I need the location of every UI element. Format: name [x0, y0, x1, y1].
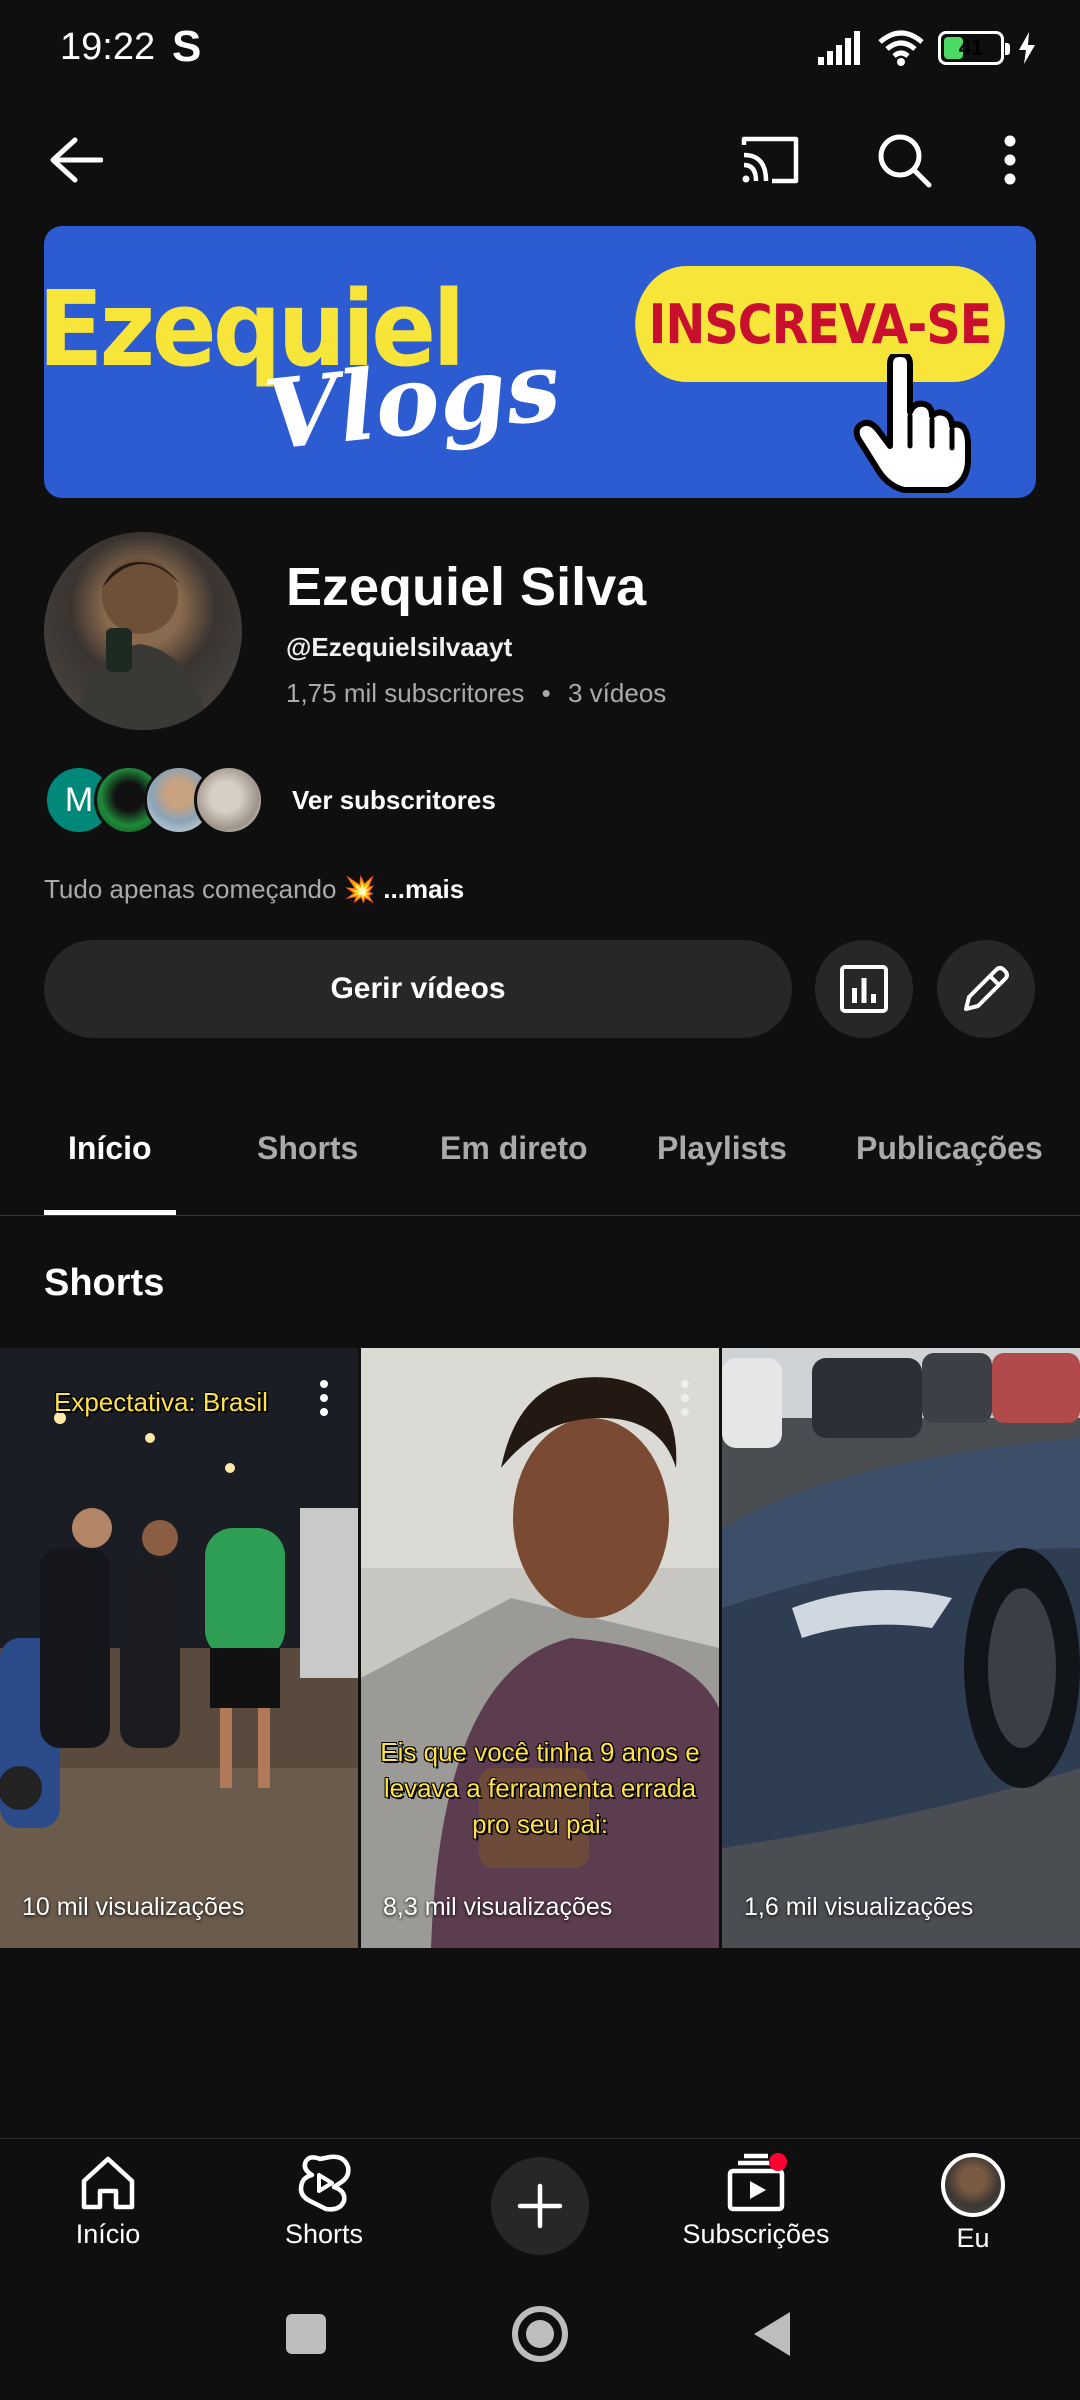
search-button[interactable]: [864, 120, 944, 200]
shorts-icon: [298, 2154, 351, 2212]
tab-shorts[interactable]: Shorts: [257, 1130, 358, 1167]
recents-button[interactable]: [286, 2314, 326, 2354]
back-button[interactable]: [36, 120, 116, 200]
analytics-icon: [840, 965, 888, 1013]
channel-banner: Ezequiel Vlogs INSCREVA-SE: [44, 226, 1036, 498]
short-view-count: 1,6 mil visualizações: [744, 1893, 974, 1921]
channel-handle: @Ezequielsilvaayt: [286, 632, 513, 662]
signal-icon: [818, 31, 860, 65]
edit-channel-button[interactable]: [937, 940, 1035, 1038]
status-icons: 41: [818, 30, 1036, 66]
short-caption: Eis que você tinha 9 anos e levava a fer…: [380, 1737, 700, 1839]
tab-inicio[interactable]: Início: [68, 1130, 152, 1167]
pencil-icon: [964, 966, 1009, 1011]
video-count: 3 vídeos: [568, 678, 667, 708]
meta-separator: •: [541, 678, 551, 708]
channel-description[interactable]: Tudo apenas começando 💥 ...mais: [44, 874, 464, 905]
avatar: [941, 2153, 1005, 2217]
short-caption: Expectativa: Brasil: [54, 1387, 268, 1417]
nav-home[interactable]: Início: [28, 2153, 188, 2250]
battery-icon: 41: [938, 31, 1010, 65]
create-plus-icon: [517, 2183, 563, 2229]
more-options-button[interactable]: [980, 120, 1040, 200]
short-menu-button[interactable]: [320, 1380, 332, 1422]
home-system-button[interactable]: [512, 2306, 568, 2362]
description-text: Tudo apenas começando 💥: [44, 874, 377, 904]
more-vert-icon: [1004, 135, 1016, 185]
manage-videos-button[interactable]: Gerir vídeos: [44, 940, 792, 1038]
nav-subscriptions[interactable]: Subscrições: [676, 2153, 836, 2250]
short-view-count: 10 mil visualizações: [22, 1893, 245, 1921]
nav-shorts-label: Shorts: [284, 2219, 364, 2249]
bottom-navigation: Início Shorts Subscrições Eu: [0, 2138, 1080, 2288]
view-subscribers-link[interactable]: Ver subscritores: [292, 785, 496, 816]
tab-publicacoes[interactable]: Publicações: [856, 1130, 1043, 1167]
channel-tabs: Início Shorts Em direto Playlists Public…: [0, 1100, 1080, 1216]
back-system-icon[interactable]: [752, 2310, 792, 2358]
top-app-bar: [0, 110, 1080, 210]
analytics-button[interactable]: [815, 940, 913, 1038]
short-thumbnail: [0, 1348, 358, 1948]
wifi-icon: [878, 30, 924, 66]
short-card[interactable]: Eis que você tinha 9 anos e levava a fer…: [361, 1348, 719, 1948]
nav-subscriptions-label: Subscrições: [682, 2219, 830, 2249]
search-icon: [878, 134, 932, 188]
active-tab-indicator: [44, 1210, 176, 1215]
nav-you-label: Eu: [956, 2223, 990, 2253]
tab-playlists[interactable]: Playlists: [657, 1130, 787, 1167]
channel-avatar[interactable]: [44, 532, 242, 730]
subscriber-count: 1,75 mil subscritores: [286, 678, 525, 708]
carrier-icon: S: [172, 22, 202, 71]
nav-you[interactable]: Eu: [893, 2153, 1053, 2254]
avatar-photo: [74, 558, 210, 730]
description-more-link[interactable]: ...mais: [383, 874, 464, 904]
shorts-section-title: Shorts: [44, 1262, 165, 1304]
home-icon: [81, 2156, 135, 2210]
pointer-hand-icon: [853, 354, 971, 493]
tab-em-direto[interactable]: Em direto: [440, 1130, 588, 1167]
short-card[interactable]: 1,6 mil visualizações: [722, 1348, 1080, 1948]
cast-icon: [741, 136, 799, 184]
back-arrow-icon: [50, 137, 103, 183]
nav-home-label: Início: [75, 2219, 141, 2249]
cast-button[interactable]: [730, 120, 810, 200]
short-thumbnail: [722, 1348, 1080, 1948]
notification-dot: [769, 2153, 787, 2171]
create-button[interactable]: [491, 2157, 589, 2255]
short-card[interactable]: Expectativa: Brasil 10 mil visualizações: [0, 1348, 358, 1948]
system-navigation-bar: [0, 2288, 1080, 2400]
subscriber-avatar: [194, 765, 264, 835]
channel-name: Ezequiel Silva: [286, 557, 647, 617]
short-view-count: 8,3 mil visualizações: [383, 1893, 613, 1921]
nav-shorts[interactable]: Shorts: [244, 2153, 404, 2250]
status-bar: 19:22 S 41: [0, 0, 1080, 100]
status-time: 19:22: [60, 26, 156, 68]
battery-level: 41: [958, 35, 984, 60]
short-thumbnail: [361, 1348, 719, 1948]
charging-icon: [1019, 32, 1035, 64]
view-subscribers-row[interactable]: M Ver subscritores: [44, 764, 496, 836]
channel-stats: 1,75 mil subscritores • 3 vídeos: [286, 678, 666, 709]
shorts-shelf: Expectativa: Brasil 10 mil visualizações…: [0, 1348, 1080, 1948]
short-menu-button[interactable]: [681, 1380, 693, 1422]
